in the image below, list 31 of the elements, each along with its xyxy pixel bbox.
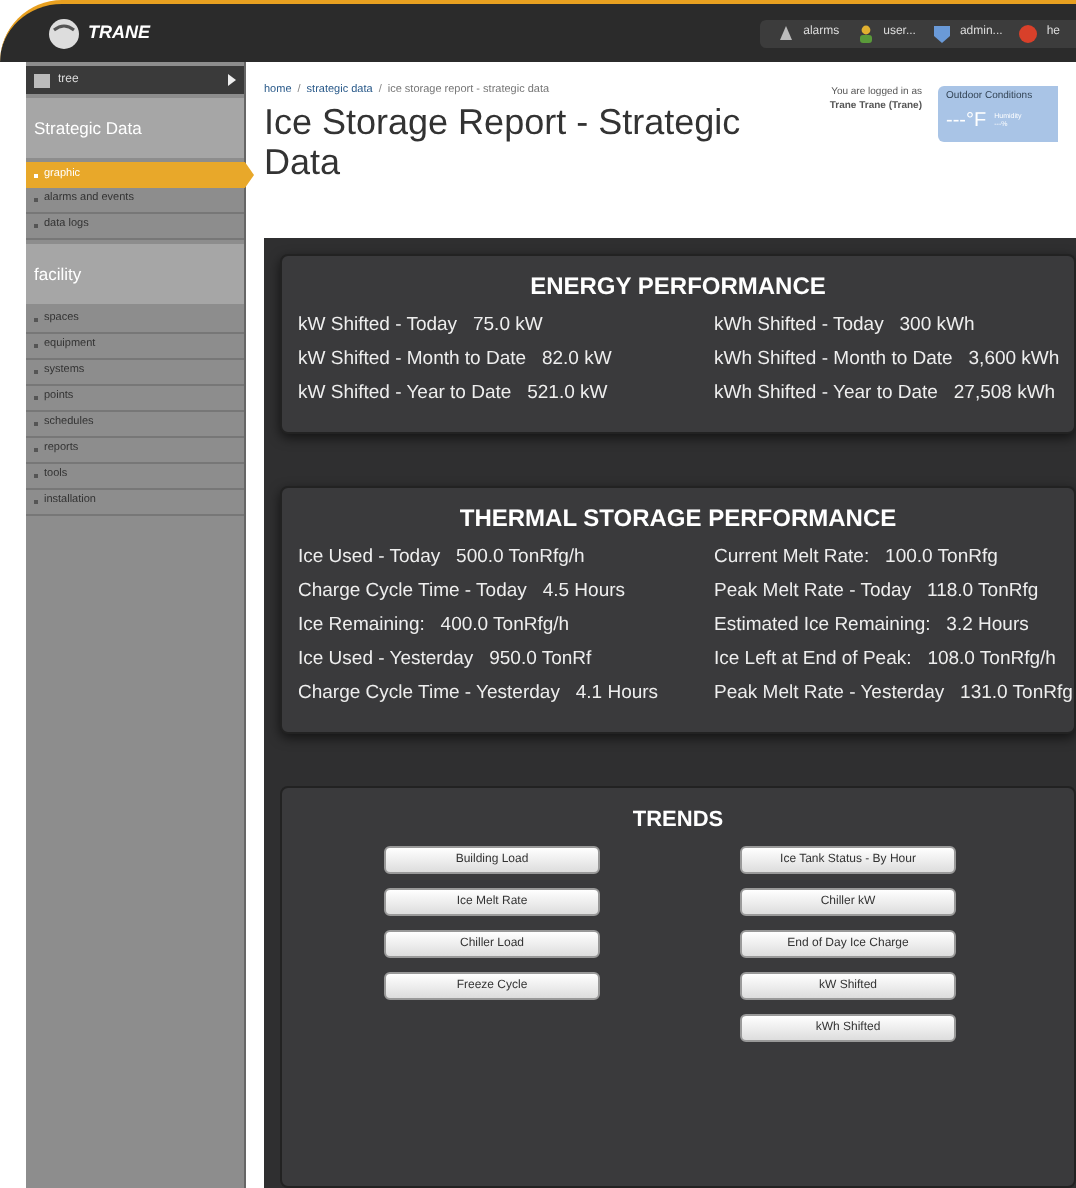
metric-text: Ice Left at End of Peak: 108.0 TonRfg/h	[714, 646, 1058, 674]
section-header: facility	[26, 244, 244, 304]
shield-icon	[931, 23, 952, 43]
metric-text: Peak Melt Rate - Yesterday 131.0 TonRfg	[714, 680, 1073, 708]
panel-title: THERMAL STORAGE PERFORMANCE	[457, 502, 899, 536]
metric-text: Charge Cycle Time - Yesterday 4.1 Hours	[298, 680, 661, 708]
metric-text: Ice Used - Yesterday 950.0 TonRf	[298, 646, 594, 674]
metric-text: kWh Shifted - Year to Date 27,508 kWh	[714, 380, 1058, 408]
user-icon	[855, 23, 876, 43]
metric-text: kW Shifted - Today 75.0 kW	[298, 312, 545, 340]
help-icon	[1018, 23, 1039, 43]
logo-icon	[48, 17, 80, 49]
tree-icon	[34, 73, 50, 87]
metric-text: Peak Melt Rate - Today 118.0 TonRfg	[714, 578, 1041, 606]
metric-text: Charge Cycle Time - Today 4.5 Hours	[298, 578, 628, 606]
page-title: Ice Storage Report - Strategic Data	[264, 102, 743, 183]
panel-title: ENERGY PERFORMANCE	[528, 270, 828, 304]
metric-text: Ice Remaining: 400.0 TonRfg/h	[298, 612, 572, 640]
metric-text: kW Shifted - Year to Date 521.0 kW	[298, 380, 610, 408]
metric-text: Ice Used - Today 500.0 TonRfg/h	[298, 544, 587, 572]
logo-text: TRANE	[88, 19, 150, 46]
panel-title: TRENDS	[630, 806, 726, 836]
arrow-icon	[228, 74, 236, 86]
metric-text: Estimated Ice Remaining: 3.2 Hours	[714, 612, 1031, 640]
bell-icon	[775, 23, 796, 43]
section-header: Strategic Data	[26, 98, 244, 158]
metric-text: kWh Shifted - Month to Date 3,600 kWh	[714, 346, 1060, 374]
metric-text: kWh Shifted - Today 300 kWh	[714, 312, 977, 340]
metric-text: kW Shifted - Month to Date 82.0 kW	[298, 346, 614, 374]
metric-text: Current Melt Rate: 100.0 TonRfg	[714, 544, 1000, 572]
temperature-text: ---°F	[946, 107, 987, 135]
